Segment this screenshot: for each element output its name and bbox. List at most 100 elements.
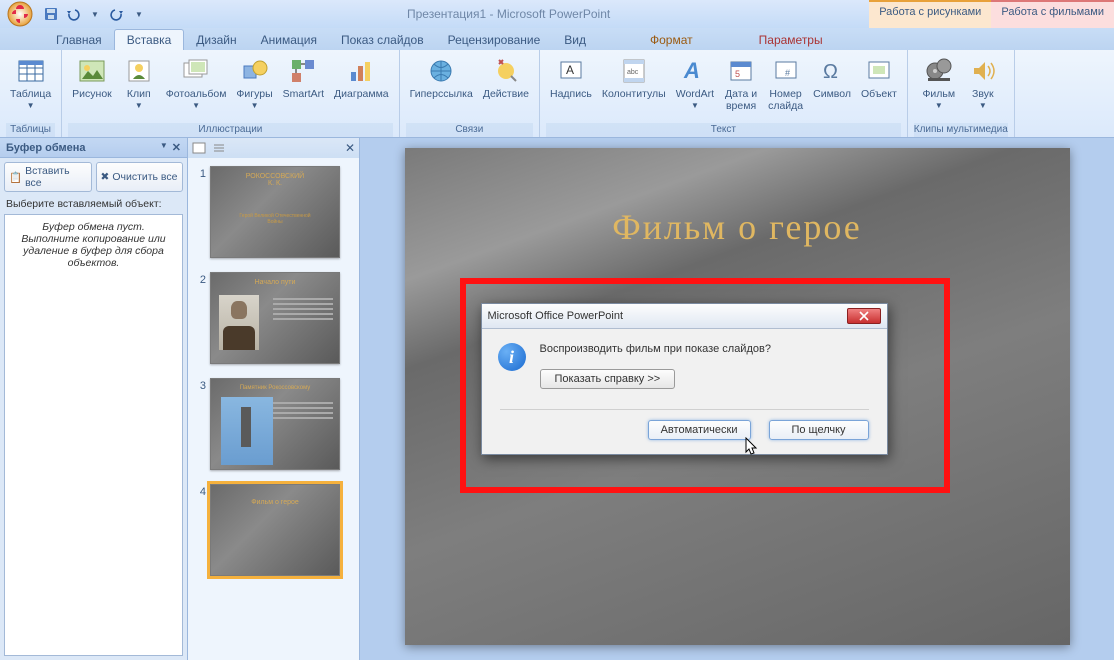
tab-parameters[interactable]: Параметры	[747, 30, 835, 50]
close-icon[interactable]: ✕	[172, 141, 181, 154]
datetime-label: Дата и время	[725, 89, 757, 112]
object-icon	[863, 55, 895, 87]
save-icon[interactable]	[42, 5, 60, 23]
undo-icon[interactable]	[64, 5, 82, 23]
ribbon-group-media: Фильм▼ Звук▼ Клипы мультимедиа	[908, 50, 1015, 137]
tab-slideshow[interactable]: Показ слайдов	[329, 30, 436, 50]
clipboard-title: Буфер обмена	[6, 142, 86, 154]
dialog-titlebar[interactable]: Microsoft Office PowerPoint	[482, 304, 887, 329]
svg-text:Ω: Ω	[823, 61, 838, 83]
object-label: Объект	[861, 89, 897, 101]
redo-icon[interactable]	[108, 5, 126, 23]
on-click-button[interactable]: По щелчку	[769, 420, 869, 440]
clipboard-header: Буфер обмена ▼ ✕	[0, 138, 187, 158]
chart-icon	[345, 55, 377, 87]
shapes-label: Фигуры	[236, 89, 272, 101]
show-help-button[interactable]: Показать справку >>	[540, 369, 676, 389]
tab-home[interactable]: Главная	[44, 30, 114, 50]
movie-button[interactable]: Фильм▼	[918, 52, 960, 113]
undo-dropdown-icon[interactable]: ▼	[86, 5, 104, 23]
thumbnails-list[interactable]: 1 РОКОССОВСКИЙ К. К.Герой Великой Отечес…	[188, 158, 359, 660]
tab-review[interactable]: Рецензирование	[436, 30, 553, 50]
headerfooter-button[interactable]: abc Колонтитулы	[598, 52, 670, 104]
paste-all-button[interactable]: 📋Вставить все	[4, 162, 92, 192]
photoalbum-icon	[180, 55, 212, 87]
thumbnail-3[interactable]: 3 Памятник Рокоссовскому	[192, 378, 355, 470]
wordart-label: WordArt	[676, 89, 714, 101]
picture-button[interactable]: Рисунок	[68, 52, 116, 104]
thumbnail-number: 2	[192, 272, 206, 286]
chevron-down-icon: ▼	[935, 101, 943, 110]
clear-all-button[interactable]: ✖Очистить все	[96, 162, 184, 192]
chevron-down-icon: ▼	[27, 101, 35, 110]
svg-text:#: #	[785, 68, 790, 78]
symbol-label: Символ	[813, 89, 851, 101]
symbol-button[interactable]: Ω Символ	[809, 52, 855, 104]
datetime-button[interactable]: 5Дата и время	[720, 52, 762, 115]
slides-tab-icon[interactable]	[192, 141, 206, 155]
close-icon[interactable]: ✕	[345, 141, 355, 155]
ribbon-group-tables: Таблица ▼ Таблицы	[0, 50, 62, 137]
thumbnail-1[interactable]: 1 РОКОССОВСКИЙ К. К.Герой Великой Отечес…	[192, 166, 355, 258]
clip-button[interactable]: Клип▼	[118, 52, 160, 113]
outline-tab-icon[interactable]	[212, 141, 226, 155]
clear-icon: ✖	[101, 171, 110, 183]
context-tab-movie-tools[interactable]: Работа с фильмами	[991, 0, 1114, 28]
slide1-title: РОКОССОВСКИЙ К. К.	[211, 173, 339, 187]
dialog-close-button[interactable]	[847, 308, 881, 324]
ribbon: Таблица ▼ Таблицы Рисунок Клип▼ Фотоальб…	[0, 50, 1114, 138]
thumbnail-2[interactable]: 2 Начало пути	[192, 272, 355, 364]
wordart-button[interactable]: AWordArt▼	[672, 52, 718, 113]
slidenumber-icon: #	[770, 55, 802, 87]
svg-text:A: A	[683, 58, 700, 83]
clip-icon	[123, 55, 155, 87]
group-label-text: Текст	[546, 123, 901, 137]
tab-format[interactable]: Формат	[638, 30, 705, 50]
thumbnail-4[interactable]: 4 Фильм о герое	[192, 484, 355, 576]
action-button[interactable]: Действие	[479, 52, 533, 104]
office-button[interactable]	[2, 0, 38, 28]
chevron-down-icon: ▼	[979, 101, 987, 110]
object-button[interactable]: Объект	[857, 52, 901, 104]
shapes-icon	[239, 55, 271, 87]
chart-label: Диаграмма	[334, 89, 389, 101]
symbol-icon: Ω	[816, 55, 848, 87]
slide-canvas[interactable]: Фильм о герое Microsoft Office PowerPoin…	[405, 148, 1070, 645]
context-tab-picture-tools[interactable]: Работа с рисунками	[869, 0, 991, 28]
hyperlink-button[interactable]: Гиперссылка	[406, 52, 477, 104]
chevron-down-icon: ▼	[251, 101, 259, 110]
thumbnails-header: ✕	[188, 138, 359, 158]
slide3-title: Памятник Рокоссовскому	[211, 385, 339, 391]
paste-icon: 📋	[9, 171, 22, 184]
ribbon-tabs: Главная Вставка Дизайн Анимация Показ сл…	[0, 28, 1114, 50]
svg-text:A: A	[566, 63, 574, 77]
photoalbum-button[interactable]: Фотоальбом▼	[162, 52, 231, 113]
pane-options-icon[interactable]: ▼	[160, 141, 168, 154]
photoalbum-label: Фотоальбом	[166, 89, 227, 101]
textbox-button[interactable]: AНадпись	[546, 52, 596, 104]
automatically-button[interactable]: Автоматически	[648, 420, 751, 440]
chevron-down-icon: ▼	[135, 101, 143, 110]
slidenumber-label: Номер слайда	[768, 89, 803, 112]
tab-design[interactable]: Дизайн	[184, 30, 248, 50]
smartart-button[interactable]: SmartArt	[279, 52, 328, 104]
clip-label: Клип	[127, 89, 151, 101]
qat-customize-icon[interactable]: ▼	[130, 5, 148, 23]
action-label: Действие	[483, 89, 529, 101]
slide1-subtitle: Герой Великой Отечественной Войны	[211, 213, 339, 225]
datetime-icon: 5	[725, 55, 757, 87]
window-title: Презентация1 - Microsoft PowerPoint	[148, 7, 869, 21]
movie-icon	[923, 55, 955, 87]
sound-button[interactable]: Звук▼	[962, 52, 1004, 113]
table-button[interactable]: Таблица ▼	[6, 52, 55, 113]
svg-text:abc: abc	[627, 69, 639, 76]
tab-insert[interactable]: Вставка	[114, 29, 185, 50]
tab-animations[interactable]: Анимация	[249, 30, 329, 50]
group-label-media: Клипы мультимедиа	[914, 123, 1008, 137]
chart-button[interactable]: Диаграмма	[330, 52, 393, 104]
slide-title[interactable]: Фильм о герое	[405, 206, 1070, 248]
tab-view[interactable]: Вид	[552, 30, 598, 50]
headerfooter-label: Колонтитулы	[602, 89, 666, 101]
shapes-button[interactable]: Фигуры▼	[232, 52, 276, 113]
slidenumber-button[interactable]: # Номер слайда	[764, 52, 807, 115]
